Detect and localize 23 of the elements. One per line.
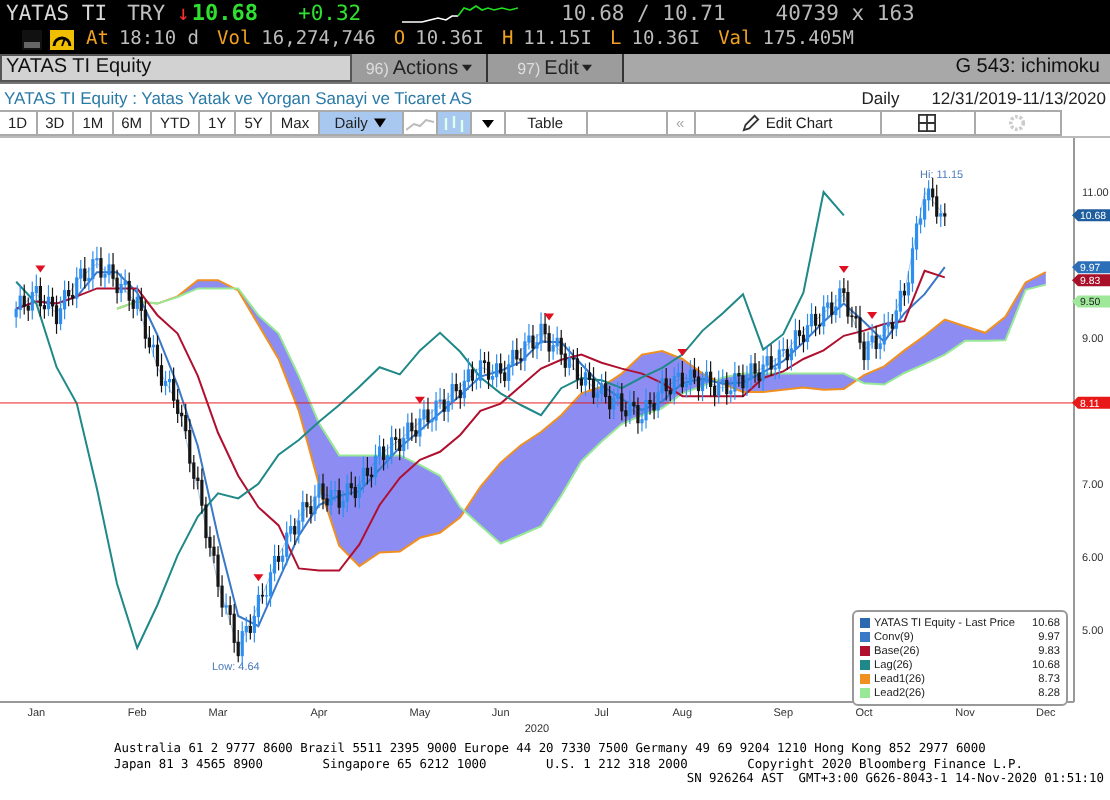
quote-label: H [501,28,514,50]
quote-value: 16,274,746 [261,28,376,50]
frequency-label: Daily [861,87,900,107]
quote-label: L [610,28,622,50]
security-description: YATAS TI Equity : Yatas Yatak ve Yorgan Sanayi ve Ticaret AS [4,87,473,107]
quote-label: Val [718,28,753,50]
bid-ask-price: 10.68 / 10.71 [561,1,726,25]
quote-label: O [393,28,406,50]
quote-value: 10.36I [631,28,701,50]
ticker: YATAS TI [6,1,108,25]
last-price: 10.68 [191,0,258,26]
price-change: +0.32 [298,1,362,25]
bid-ask-size: 40739 x 163 [775,1,915,25]
date-range: 12/31/2019-11/13/2020 [931,87,1106,107]
quote-value: 175.405M [762,28,854,50]
quote-value: 18:10 d [118,28,199,50]
quote-value: 11.15I [523,28,592,50]
quote-value: 10.36I [415,28,484,50]
quote-label: At [86,28,109,50]
quote-label: Vol [217,28,252,50]
function-title: G 543: ichimoku [955,54,1102,82]
direction-arrow: ↓ [177,1,190,25]
currency: TRY [127,1,166,25]
